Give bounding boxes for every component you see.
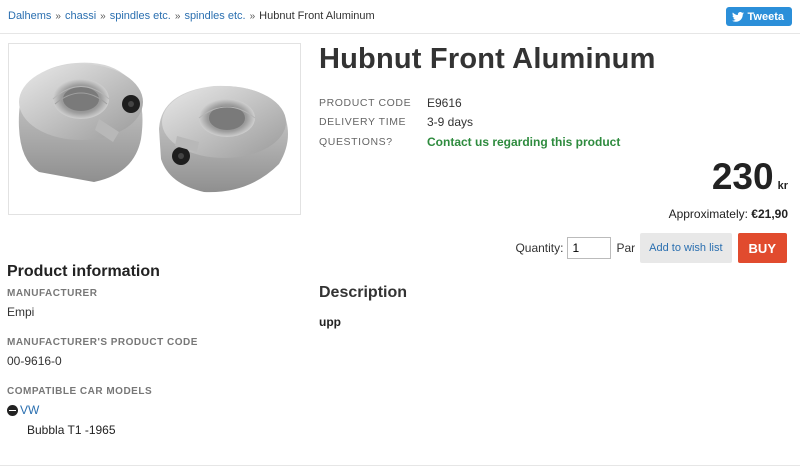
price-block: 230 kr Approximately: €21,90 [669,157,788,222]
approx-price: Approximately: €21,90 [669,207,788,221]
buy-button[interactable]: BUY [737,233,787,263]
mpc-block: MANUFACTURER'S PRODUCT CODE 00-9616-0 [7,337,198,368]
product-image[interactable] [8,43,301,215]
product-code-row: PRODUCT CODE E9616 [319,93,620,113]
breadcrumb-link-home[interactable]: Dalhems [8,10,51,22]
model-make-link[interactable]: VW [20,403,39,417]
delivery-time-value: 3-9 days [427,115,474,130]
delivery-time-row: DELIVERY TIME 3-9 days [319,113,620,133]
add-to-wishlist-button[interactable]: Add to wish list [640,233,732,263]
mpc-value: 00-9616-0 [7,354,62,368]
collapse-minus-icon[interactable] [7,404,18,416]
manufacturer-block: MANUFACTURER Empi [7,288,97,319]
breadcrumb-current: Hubnut Front Aluminum [259,10,375,22]
approx-label: Approximately: [668,207,748,221]
twitter-bird-icon [731,11,744,22]
tweet-label: Tweeta [747,10,784,23]
product-code-label: PRODUCT CODE [319,96,412,109]
model-name: Bubbla T1 -1965 [27,423,116,437]
model-make-row[interactable]: VW [7,403,39,417]
manufacturer-label: MANUFACTURER [7,288,98,299]
mpc-label: MANUFACTURER'S PRODUCT CODE [7,337,198,348]
approx-value: €21,90 [751,207,788,221]
models-label: COMPATIBLE CAR MODELS [7,386,153,397]
product-code-value: E9616 [427,95,462,110]
hubnut-photo [18,62,288,193]
contact-link[interactable]: Contact us regarding this product [427,135,620,149]
price-currency: kr [777,180,788,192]
product-meta: PRODUCT CODE E9616 DELIVERY TIME 3-9 day… [319,93,620,152]
purchase-row: Quantity: Par Add to wish list BUY [515,233,787,263]
breadcrumb-separator: » [249,11,256,22]
unit-label: Par [616,241,636,255]
quantity-label: Quantity: [515,241,564,255]
breadcrumb-link-chassi[interactable]: chassi [65,10,96,22]
breadcrumb: Dalhems» chassi» spindles etc.» spindles et… [8,10,375,22]
breadcrumb-link-spindles-sub[interactable]: spindles etc. [184,10,245,22]
questions-row: QUESTIONS? Contact us regarding this pro… [319,132,620,152]
delivery-time-label: DELIVERY TIME [319,116,407,129]
breadcrumb-separator: » [100,11,106,22]
breadcrumb-separator: » [174,11,181,22]
models-block: COMPATIBLE CAR MODELS [7,386,152,397]
description-heading: Description [319,284,408,301]
bottom-divider [0,465,800,466]
breadcrumb-link-spindles[interactable]: spindles etc. [110,10,171,22]
top-bar: Dalhems» chassi» spindles etc.» spindles et… [0,0,800,34]
breadcrumb-separator: » [55,11,61,22]
product-title: Hubnut Front Aluminum [319,43,656,75]
tweet-button[interactable]: Tweeta [725,7,792,26]
price-amount: 230 [711,156,774,197]
description-text: upp [319,315,341,329]
price: 230 kr [669,157,788,206]
questions-label: QUESTIONS? [319,135,393,148]
product-info-heading: Product information [7,263,160,280]
quantity-input[interactable] [567,237,612,259]
manufacturer-value: Empi [7,305,35,319]
